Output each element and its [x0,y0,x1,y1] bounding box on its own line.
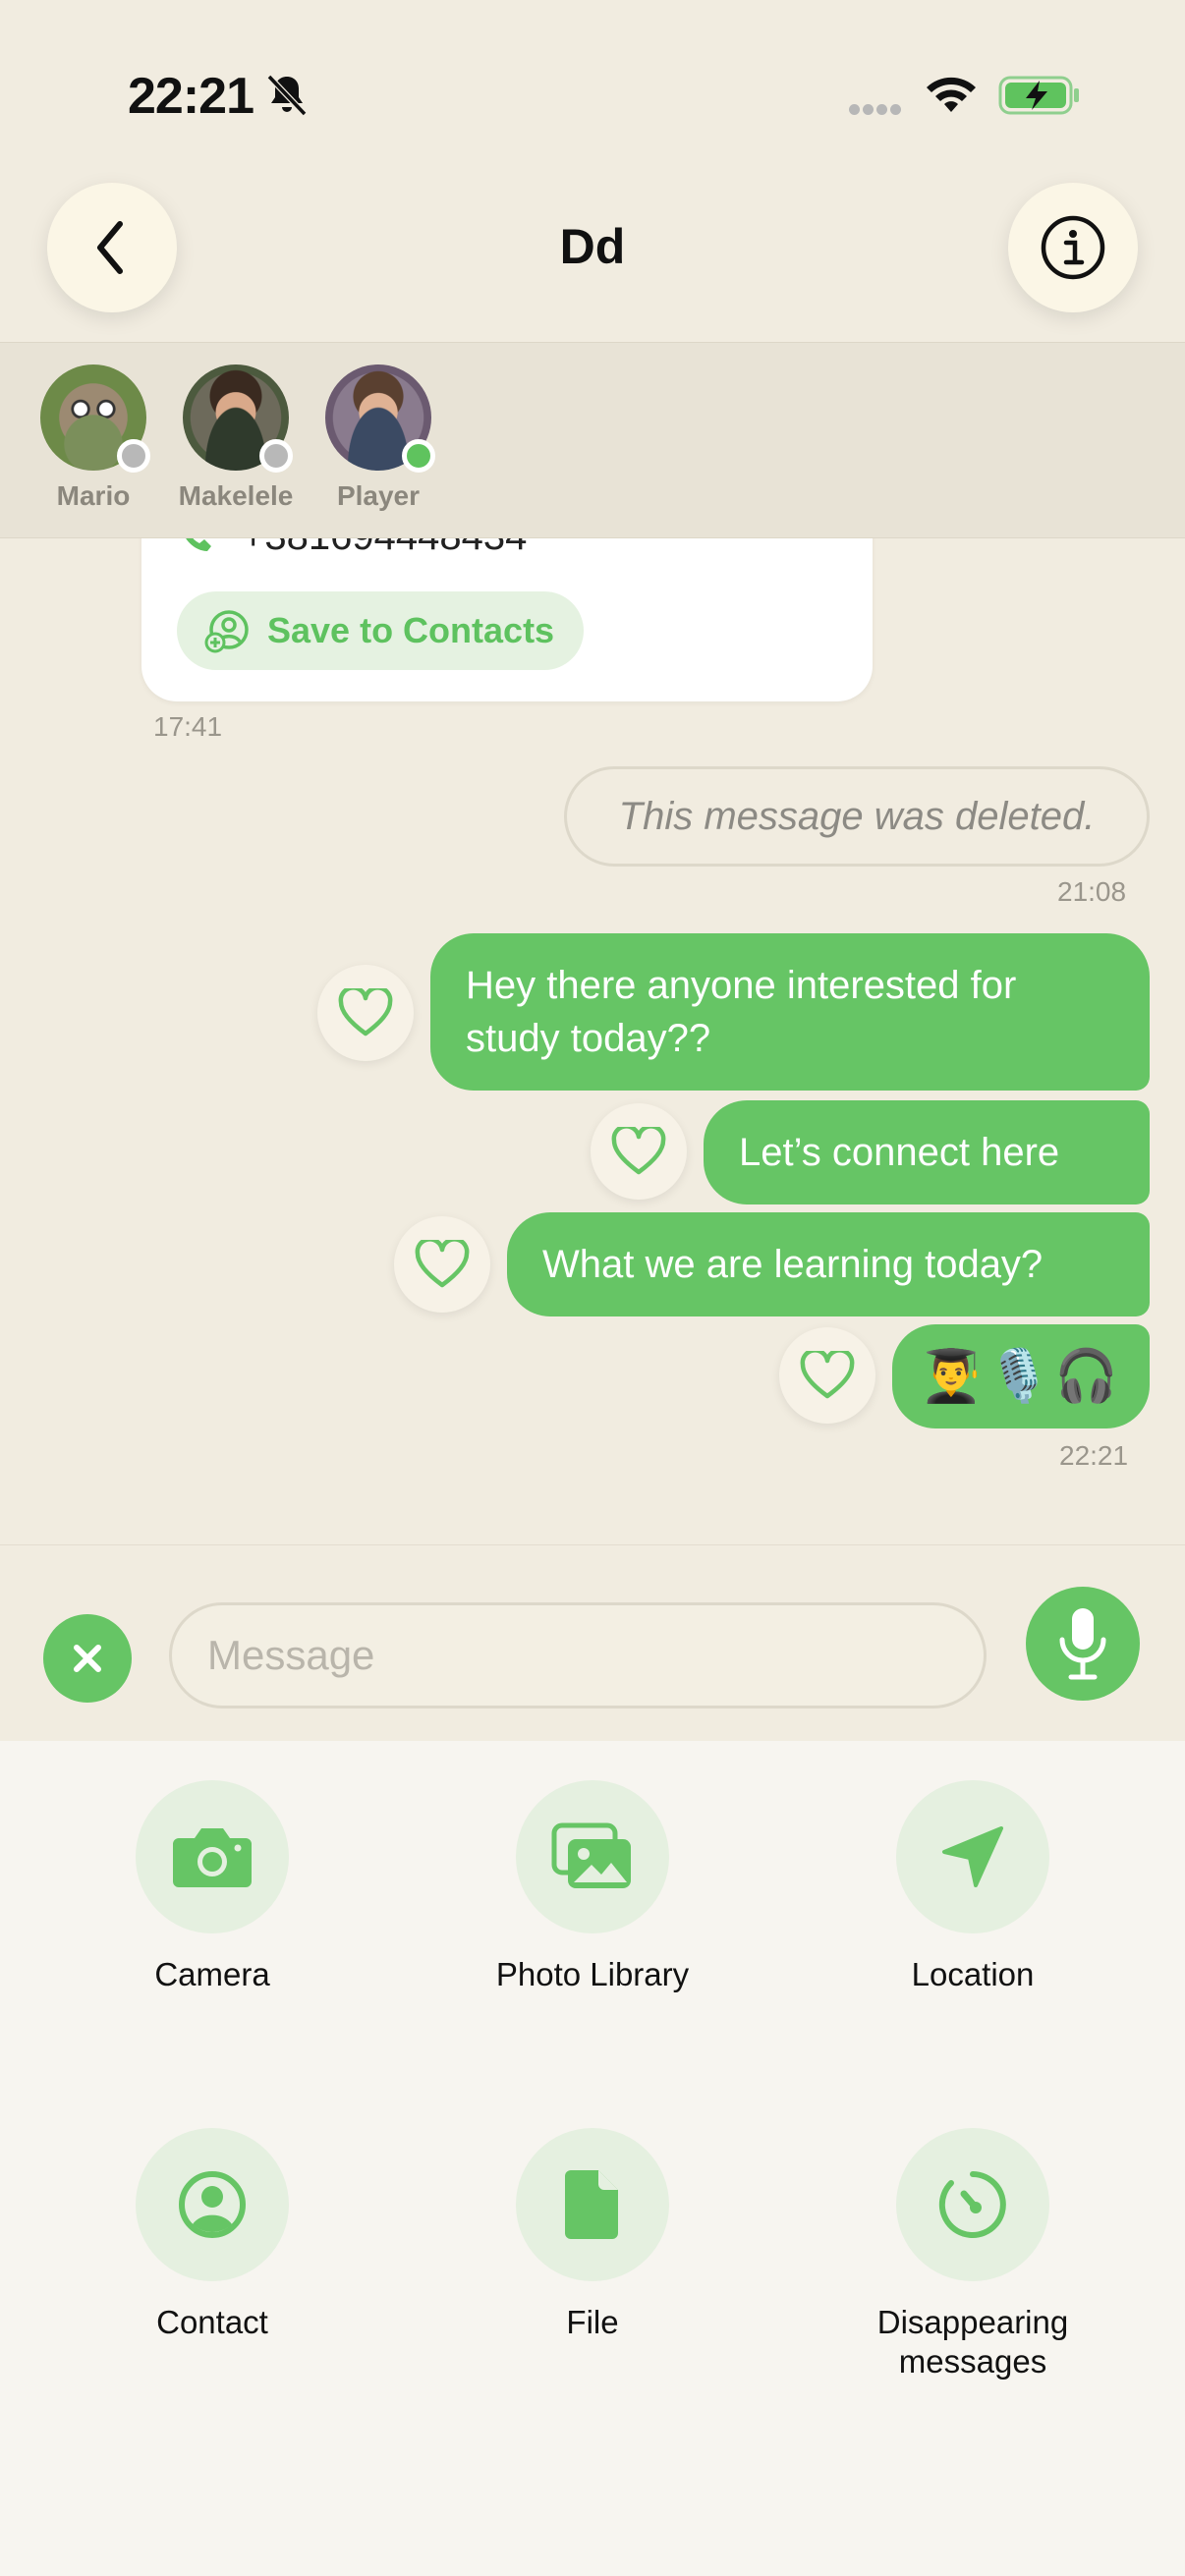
presence-dot [117,439,150,473]
heart-icon [415,1240,470,1288]
microphone-button[interactable] [1026,1587,1140,1701]
attach-disappearing-messages-option[interactable]: Disappearing messages [825,2128,1120,2381]
message-bubble[interactable]: Let’s connect here [704,1100,1150,1204]
location-icon [942,1826,1003,1887]
info-icon [1041,215,1105,280]
participant-player[interactable]: Player [305,364,452,512]
add-contact-icon [204,610,249,653]
avatar [40,364,150,473]
status-time: 22:21 [128,68,254,125]
message-bubble[interactable]: What we are learning today? [507,1212,1150,1316]
attach-camera-option[interactable]: Camera [65,1780,360,1994]
participant-makelele[interactable]: Makelele [162,364,310,512]
message-input[interactable] [169,1602,987,1708]
microphone-icon [1059,1608,1106,1680]
attachment-sheet: Camera Photo Library Location Contact Fi… [0,1741,1185,2576]
file-icon [565,2170,618,2239]
photo-library-icon [551,1822,631,1888]
attach-location-option[interactable]: Location [825,1780,1120,1994]
emoji-message-bubble[interactable]: 👨‍🎓🎙️🎧 [892,1324,1150,1428]
battery-charging-icon [998,76,1079,115]
timestamp: 17:41 [153,711,223,742]
react-heart-button[interactable] [779,1327,875,1424]
presence-dot [402,439,435,473]
heart-icon [611,1127,666,1175]
message-bubble[interactable]: Hey there anyone interested for study to… [430,933,1150,1091]
bell-muted-icon [266,74,308,117]
attach-photo-library-option[interactable]: Photo Library [445,1780,740,1994]
message-composer [0,1544,1185,1741]
heart-icon [338,988,393,1036]
wifi-icon [927,77,976,112]
participant-mario[interactable]: Mario [20,364,167,512]
react-heart-button[interactable] [394,1216,490,1313]
contact-icon [179,2171,246,2238]
react-heart-button[interactable] [591,1103,687,1200]
attach-contact-option[interactable]: Contact [65,2128,360,2342]
camera-icon [173,1828,252,1887]
heart-icon [800,1351,855,1399]
save-to-contacts-button[interactable]: Save to Contacts [177,591,585,670]
react-heart-button[interactable] [317,965,414,1061]
cellular-signal-icon [849,102,904,120]
avatar [325,364,435,473]
timer-icon [938,2171,1006,2238]
presence-dot [259,439,293,473]
deleted-message: This message was deleted. [564,766,1150,867]
info-button[interactable] [1008,183,1138,312]
avatar [183,364,293,473]
close-icon [74,1645,101,1672]
close-attachments-button[interactable] [43,1614,132,1703]
attach-file-option[interactable]: File [445,2128,740,2342]
participants-bar: Mario Makelele Player [0,342,1185,538]
timestamp: 22:21 [1059,1440,1129,1471]
timestamp: 21:08 [1057,876,1127,907]
